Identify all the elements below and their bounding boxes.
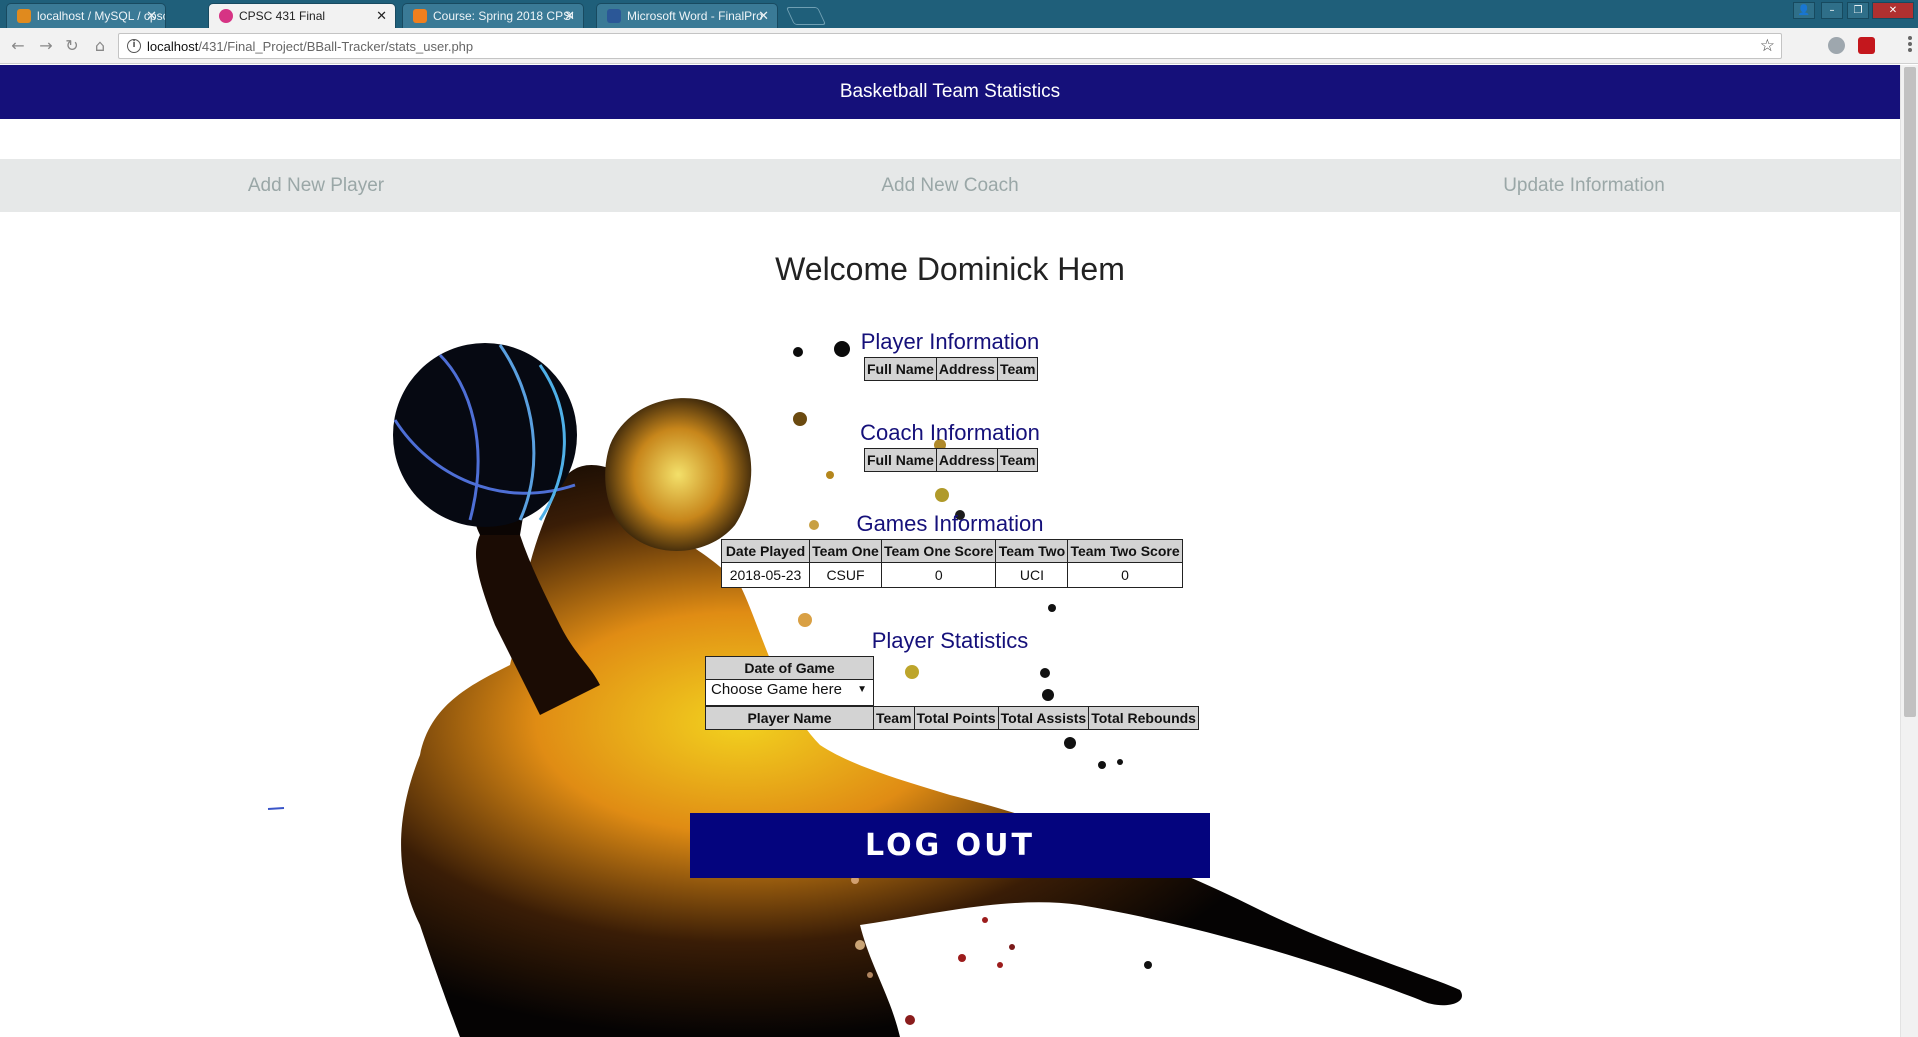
nav-update-information[interactable]: Update Information [1503, 159, 1665, 212]
close-icon[interactable]: ✕ [758, 8, 769, 24]
coach-info-table: Full Name Address Team [864, 448, 1039, 472]
table-cell: 0 [1067, 562, 1183, 588]
nav-add-new-player[interactable]: Add New Player [248, 159, 384, 212]
url-host: localhost [147, 39, 199, 54]
player-stats-table: Player Name Team Total Points Total Assi… [705, 706, 1199, 730]
tab-title: Microsoft Word - FinalPro [627, 9, 763, 23]
table-header-row: Full Name Address Team [864, 448, 1039, 472]
column-header: Team [996, 448, 1039, 472]
main-nav: Add New Player Add New Coach Update Info… [0, 159, 1900, 212]
new-tab-button[interactable] [785, 7, 827, 25]
table-cell: CSUF [809, 562, 882, 588]
nav-add-new-coach[interactable]: Add New Coach [881, 159, 1018, 212]
close-icon[interactable]: ✕ [146, 8, 157, 24]
site-icon [219, 9, 233, 23]
table-header-row: Player Name Team Total Points Total Assi… [705, 706, 1199, 730]
silhouette-arm [475, 520, 600, 715]
close-icon[interactable]: ✕ [376, 8, 387, 24]
column-header: Address [935, 357, 998, 381]
moodle-icon [413, 9, 427, 23]
column-header: Total Rebounds [1088, 706, 1199, 730]
table-header-row: Date of Game [705, 656, 874, 680]
table-cell: Choose Game here ▼ [705, 679, 874, 706]
reload-icon[interactable]: ↻ [62, 36, 82, 56]
close-window-button[interactable]: ✕ [1872, 2, 1914, 19]
player-stats-date-table: Date of Game Choose Game here ▼ [705, 656, 874, 706]
column-header: Full Name [864, 448, 937, 472]
back-arrow-icon[interactable]: ← [8, 36, 28, 56]
table-cell: 2018-05-23 [721, 562, 810, 588]
info-icon[interactable]: i [127, 39, 141, 53]
column-header: Team Two [995, 539, 1069, 563]
column-header: Date Played [721, 539, 810, 563]
coach-info-title: Coach Information [860, 420, 1040, 445]
column-header: Player Name [705, 706, 874, 730]
page-scrollbar[interactable] [1900, 65, 1918, 1037]
tab-course[interactable]: Course: Spring 2018 CPSC ✕ [402, 3, 584, 28]
tab-word-doc[interactable]: Microsoft Word - FinalPro ✕ [596, 3, 778, 28]
url-text[interactable]: localhost/431/Final_Project/BBall-Tracke… [147, 39, 473, 54]
column-header: Team One Score [880, 539, 997, 563]
close-icon[interactable]: ✕ [564, 8, 575, 24]
bookmark-star-icon[interactable]: ☆ [1760, 36, 1775, 56]
forward-arrow-icon[interactable]: → [36, 36, 56, 56]
welcome-heading: Welcome Dominick Hem [775, 251, 1125, 287]
browser-menu-icon[interactable] [1908, 36, 1912, 54]
url-path: /431/Final_Project/BBall-Tracker/stats_u… [198, 39, 474, 54]
phpmyadmin-icon [17, 9, 31, 23]
column-header: Team Two Score [1067, 539, 1183, 563]
table-row: Choose Game here ▼ [705, 679, 874, 706]
ublock-icon[interactable] [1858, 37, 1875, 54]
games-info-title: Games Information [856, 511, 1044, 536]
scrollbar-thumb[interactable] [1904, 67, 1916, 717]
column-header: Address [935, 448, 998, 472]
restore-button[interactable]: ❐ [1847, 2, 1869, 19]
tab-cpsc-final[interactable]: CPSC 431 Final ✕ [208, 3, 396, 28]
column-header: Date of Game [705, 656, 874, 680]
table-row: 2018-05-23 CSUF 0 UCI 0 [721, 562, 1183, 588]
page-viewport: Basketball Team Statistics Add New Playe… [0, 65, 1900, 1037]
game-select-value: Choose Game here [711, 681, 842, 698]
address-bar[interactable]: i localhost/431/Final_Project/BBall-Trac… [118, 33, 1782, 59]
column-header: Total Assists [997, 706, 1090, 730]
player-info-table: Full Name Address Team [864, 357, 1039, 381]
browser-window: localhost / MySQL / cpsc ✕ CPSC 431 Fina… [0, 0, 1918, 1037]
table-cell: 0 [880, 562, 997, 588]
column-header: Full Name [864, 357, 937, 381]
column-header: Total Points [913, 706, 999, 730]
table-cell: UCI [995, 562, 1069, 588]
tab-strip: localhost / MySQL / cpsc ✕ CPSC 431 Fina… [0, 0, 1918, 28]
tab-title: Course: Spring 2018 CPSC [433, 9, 573, 23]
player-info-title: Player Information [860, 329, 1040, 354]
extension-icon[interactable] [1828, 37, 1845, 54]
column-header: Team [873, 706, 915, 730]
column-header: Team One [809, 539, 882, 563]
tab-phpmyadmin[interactable]: localhost / MySQL / cpsc ✕ [6, 3, 166, 28]
column-header: Team [996, 357, 1039, 381]
chevron-down-icon: ▼ [857, 684, 867, 695]
tab-title: CPSC 431 Final [239, 9, 326, 23]
document-icon [607, 9, 621, 23]
table-header-row: Date Played Team One Team One Score Team… [721, 539, 1183, 563]
browser-toolbar: ← → ↻ ⌂ i localhost/431/Final_Project/BB… [0, 28, 1918, 64]
home-icon[interactable]: ⌂ [90, 36, 110, 56]
games-info-table: Date Played Team One Team One Score Team… [721, 539, 1183, 588]
profile-icon[interactable]: 👤 [1793, 2, 1815, 19]
logout-button[interactable]: LOG OUT [690, 813, 1210, 878]
game-select-dropdown[interactable]: Choose Game here ▼ [707, 681, 871, 704]
player-stats-title: Player Statistics [871, 628, 1029, 653]
table-header-row: Full Name Address Team [864, 357, 1039, 381]
site-header: Basketball Team Statistics [0, 65, 1900, 119]
minimize-button[interactable]: – [1821, 2, 1843, 19]
